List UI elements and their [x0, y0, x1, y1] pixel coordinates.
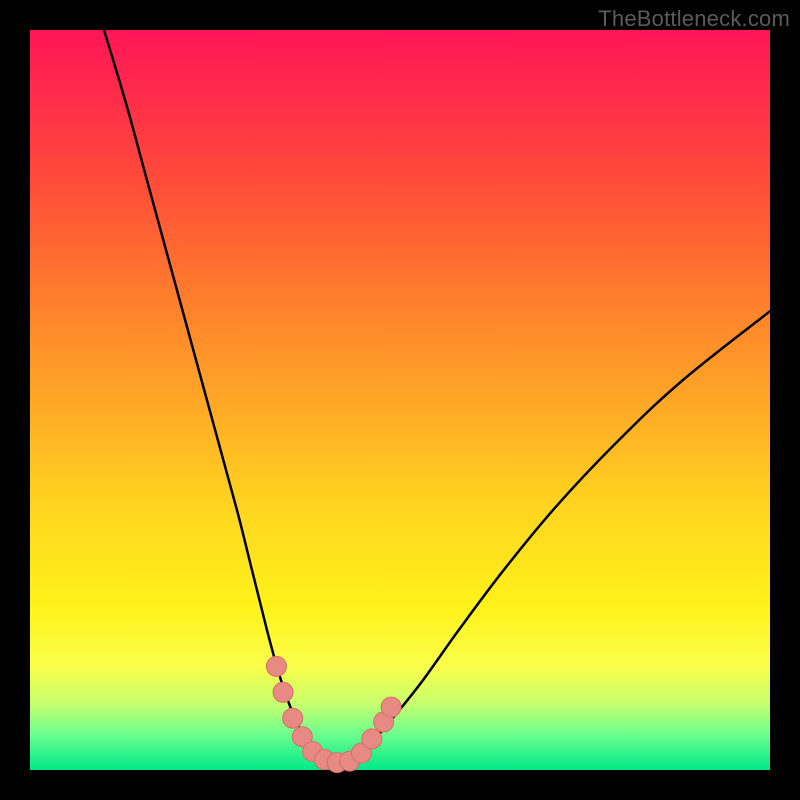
plot-area — [30, 30, 770, 770]
highlight-dots — [266, 656, 401, 772]
watermark-text: TheBottleneck.com — [598, 6, 790, 32]
highlight-dot — [362, 729, 382, 749]
curve-layer — [30, 30, 770, 770]
highlight-dot — [283, 708, 303, 728]
highlight-dot — [381, 697, 401, 717]
curve-right-branch — [356, 311, 770, 759]
chart-frame: TheBottleneck.com — [0, 0, 800, 800]
curve-left-branch — [104, 30, 322, 759]
highlight-dot — [266, 656, 286, 676]
highlight-dot — [273, 682, 293, 702]
